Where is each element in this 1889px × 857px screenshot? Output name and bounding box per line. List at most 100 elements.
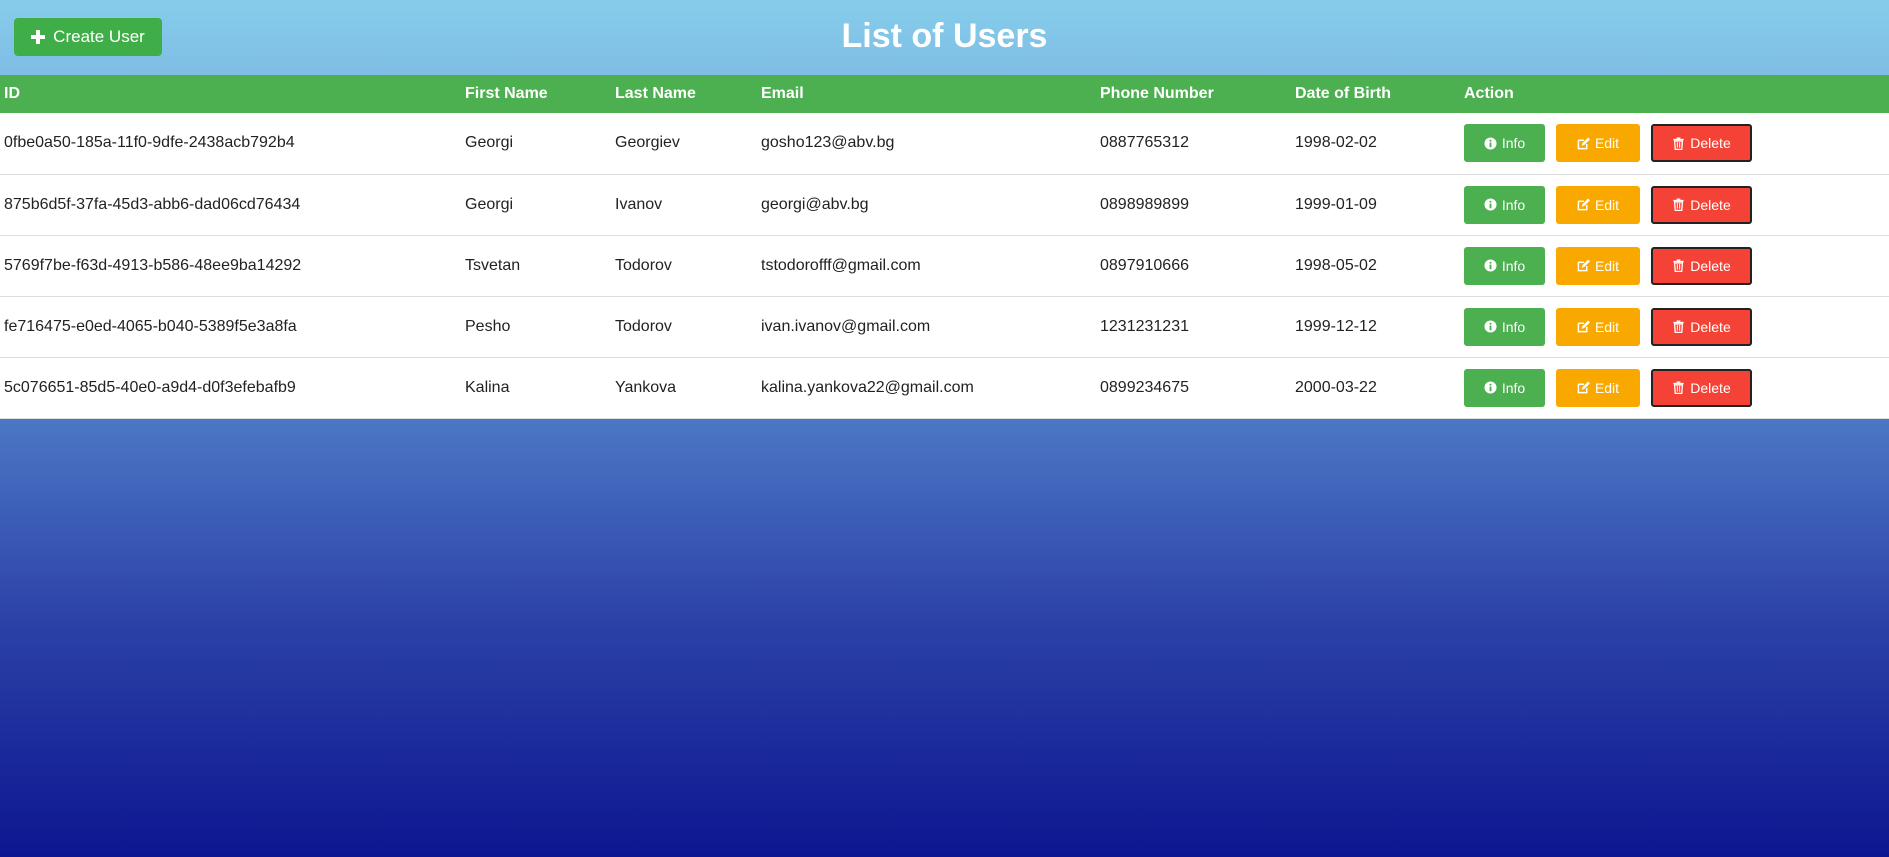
info-circle-icon [1484, 320, 1497, 333]
info-button[interactable]: Info [1464, 246, 1545, 285]
delete-label: Delete [1690, 379, 1731, 396]
delete-button[interactable]: Delete [1651, 124, 1752, 163]
action-cell: Info Edit Delete [1460, 357, 1889, 418]
info-label: Info [1501, 196, 1526, 213]
info-circle-icon [1484, 198, 1497, 211]
phone-cell: 1231231231 [1100, 317, 1189, 335]
trash-icon [1673, 320, 1684, 333]
first-name-cell: Georgi [465, 134, 514, 152]
table-row: 875b6d5f-37fa-45d3-abb6-dad06cd76434 Geo… [0, 174, 1889, 235]
user-id-cell: 5769f7be-f63d-4913-b586-48ee9ba14292 [4, 256, 302, 274]
info-button[interactable]: Info [1464, 185, 1545, 224]
edit-label: Edit [1594, 135, 1620, 152]
table-row: 5769f7be-f63d-4913-b586-48ee9ba14292 Tsv… [0, 235, 1889, 296]
first-name-cell: Tsvetan [465, 256, 521, 274]
edit-icon [1577, 320, 1590, 333]
last-name-cell: Todorov [615, 317, 672, 335]
table-header-row: ID First Name Last Name Email Phone Numb… [0, 75, 1889, 113]
user-id-cell: 0fbe0a50-185a-11f0-9dfe-2438acb792b4 [4, 134, 295, 152]
edit-icon [1577, 137, 1590, 150]
delete-label: Delete [1690, 135, 1731, 152]
first-name-cell: Pesho [465, 317, 511, 335]
action-cell: Info Edit Delete [1460, 235, 1889, 296]
column-header-last-name: Last Name [615, 85, 696, 102]
dob-cell: 1999-12-12 [1295, 317, 1377, 335]
email-cell: gosho123@abv.bg [761, 134, 895, 152]
last-name-cell: Ivanov [615, 195, 663, 213]
email-cell: georgi@abv.bg [761, 195, 869, 213]
row-actions: Info Edit Delete [1464, 124, 1889, 163]
delete-label: Delete [1690, 257, 1731, 274]
delete-label: Delete [1690, 318, 1731, 335]
email-cell: ivan.ivanov@gmail.com [761, 317, 931, 335]
edit-label: Edit [1594, 318, 1620, 335]
info-circle-icon [1484, 137, 1497, 150]
first-name-cell: Georgi [465, 195, 514, 213]
last-name-cell: Georgiev [615, 134, 680, 152]
info-button[interactable]: Info [1464, 307, 1545, 346]
user-id-cell: 875b6d5f-37fa-45d3-abb6-dad06cd76434 [4, 195, 301, 213]
delete-label: Delete [1690, 196, 1731, 213]
edit-icon [1577, 381, 1590, 394]
email-cell: kalina.yankova22@gmail.com [761, 378, 974, 396]
column-header-dob: Date of Birth [1295, 85, 1391, 102]
column-header-phone: Phone Number [1100, 85, 1214, 102]
delete-button[interactable]: Delete [1651, 246, 1752, 285]
action-cell: Info Edit Delete [1460, 174, 1889, 235]
column-header-first-name: First Name [465, 85, 548, 102]
info-circle-icon [1484, 381, 1497, 394]
delete-button[interactable]: Delete [1651, 368, 1752, 407]
edit-icon [1577, 198, 1590, 211]
row-actions: Info Edit Delete [1464, 368, 1889, 407]
info-label: Info [1501, 257, 1526, 274]
column-header-email: Email [761, 85, 804, 102]
info-button[interactable]: Info [1464, 124, 1545, 163]
info-circle-icon [1484, 259, 1497, 272]
edit-button[interactable]: Edit [1556, 124, 1640, 163]
trash-icon [1673, 381, 1684, 394]
table-row: fe716475-e0ed-4065-b040-5389f5e3a8fa Pes… [0, 296, 1889, 357]
first-name-cell: Kalina [465, 378, 510, 396]
user-id-cell: 5c076651-85d5-40e0-a9d4-d0f3efebafb9 [4, 378, 296, 396]
action-cell: Info Edit Delete [1460, 113, 1889, 174]
edit-icon [1577, 259, 1590, 272]
phone-cell: 0887765312 [1100, 134, 1189, 152]
info-label: Info [1501, 135, 1526, 152]
info-label: Info [1501, 379, 1526, 396]
row-actions: Info Edit Delete [1464, 307, 1889, 346]
edit-label: Edit [1594, 379, 1620, 396]
dob-cell: 1999-01-09 [1295, 195, 1377, 213]
edit-button[interactable]: Edit [1556, 185, 1640, 224]
table-row: 0fbe0a50-185a-11f0-9dfe-2438acb792b4 Geo… [0, 113, 1889, 174]
table-body: 0fbe0a50-185a-11f0-9dfe-2438acb792b4 Geo… [0, 113, 1889, 418]
edit-button[interactable]: Edit [1556, 368, 1640, 407]
dob-cell: 2000-03-22 [1295, 378, 1377, 396]
edit-label: Edit [1594, 257, 1620, 274]
trash-icon [1673, 137, 1684, 150]
users-table: ID First Name Last Name Email Phone Numb… [0, 75, 1889, 419]
page-title: List of Users [841, 17, 1048, 55]
edit-label: Edit [1594, 196, 1620, 213]
row-actions: Info Edit Delete [1464, 246, 1889, 285]
edit-button[interactable]: Edit [1556, 307, 1640, 346]
trash-icon [1673, 259, 1684, 272]
top-bar: Create User List of Users [0, 0, 1889, 75]
delete-button[interactable]: Delete [1651, 185, 1752, 224]
edit-button[interactable]: Edit [1556, 246, 1640, 285]
table-row: 5c076651-85d5-40e0-a9d4-d0f3efebafb9 Kal… [0, 357, 1889, 418]
action-cell: Info Edit Delete [1460, 296, 1889, 357]
last-name-cell: Todorov [615, 256, 672, 274]
trash-icon [1673, 198, 1684, 211]
last-name-cell: Yankova [615, 378, 677, 396]
phone-cell: 0897910666 [1100, 256, 1189, 274]
dob-cell: 1998-05-02 [1295, 256, 1377, 274]
phone-cell: 0898989899 [1100, 195, 1189, 213]
phone-cell: 0899234675 [1100, 378, 1189, 396]
info-label: Info [1501, 318, 1526, 335]
info-button[interactable]: Info [1464, 368, 1545, 407]
delete-button[interactable]: Delete [1651, 307, 1752, 346]
dob-cell: 1998-02-02 [1295, 134, 1377, 152]
email-cell: tstodorofff@gmail.com [761, 256, 921, 274]
row-actions: Info Edit Delete [1464, 185, 1889, 224]
user-id-cell: fe716475-e0ed-4065-b040-5389f5e3a8fa [4, 317, 297, 335]
